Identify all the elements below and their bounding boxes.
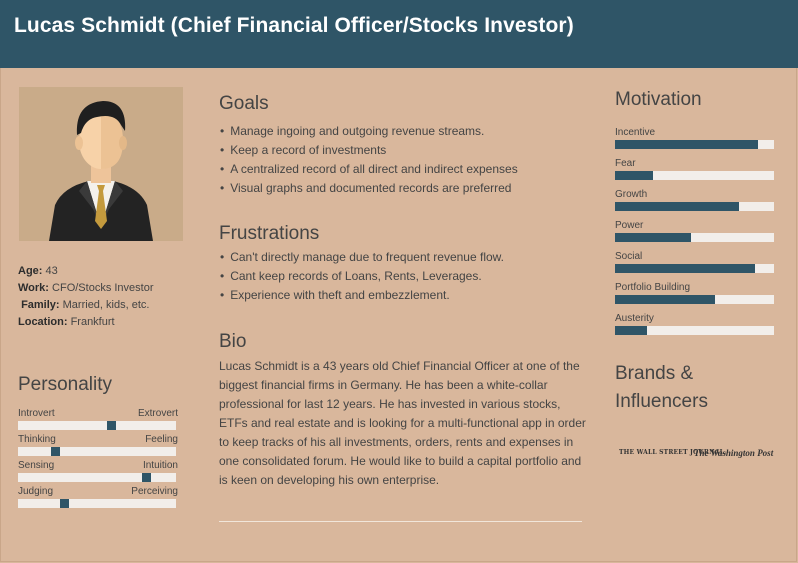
goal-item: Visual graphs and documented records are… bbox=[219, 179, 518, 198]
goal-item: A centralized record of all direct and i… bbox=[219, 160, 518, 179]
washington-post-logo: The Washington Post bbox=[694, 448, 774, 458]
trait-slider-knob bbox=[60, 499, 69, 508]
motivation-title: Motivation bbox=[615, 89, 702, 110]
motivation-label: Portfolio Building bbox=[615, 282, 691, 293]
motivation-bar-fill bbox=[615, 233, 692, 242]
work-label: Work: bbox=[18, 282, 49, 294]
trait-slider-track bbox=[18, 499, 176, 508]
motivation-growth: Growth bbox=[615, 189, 775, 219]
motivation-bar-track bbox=[615, 202, 774, 211]
motivation-label: Fear bbox=[615, 158, 636, 169]
motivation-bar-fill bbox=[615, 326, 647, 335]
location-row: Location: Frankfurt bbox=[18, 314, 154, 331]
motivation-bar-fill bbox=[615, 264, 755, 273]
motivation-bar-track bbox=[615, 295, 774, 304]
businessman-avatar-icon bbox=[19, 87, 183, 241]
motivation-label: Growth bbox=[615, 189, 648, 200]
goal-item: Keep a record of investments bbox=[219, 141, 518, 160]
trait-right-label: Intuition bbox=[142, 460, 178, 471]
motivation-label: Social bbox=[615, 251, 643, 262]
trait-left-label: Thinking bbox=[18, 434, 56, 445]
motivation-label: Incentive bbox=[615, 127, 656, 138]
motivation-incentive: Incentive bbox=[615, 127, 775, 157]
motivation-bar-track bbox=[615, 233, 774, 242]
location-label: Location: bbox=[18, 316, 68, 328]
motivation-label: Power bbox=[615, 220, 644, 231]
age-value: 43 bbox=[45, 265, 58, 277]
brands-title-line1: Brands & bbox=[615, 363, 694, 384]
trait-slider-track bbox=[18, 473, 176, 482]
frustrations-list: Can't directly manage due to frequent re… bbox=[219, 248, 504, 305]
frustrations-title: Frustrations bbox=[219, 223, 320, 244]
motivation-bar-fill bbox=[615, 140, 759, 149]
trait-slider-knob bbox=[51, 447, 60, 456]
family-row: Family: Married, kids, etc. bbox=[18, 297, 154, 314]
brands-title-line2: Influencers bbox=[615, 391, 708, 412]
profile-info: Age: 43 Work: CFO/Stocks Investor Family… bbox=[18, 263, 154, 331]
age-row: Age: 43 bbox=[18, 263, 154, 280]
trait-slider-knob bbox=[107, 421, 116, 430]
trait-slider-track bbox=[18, 447, 176, 456]
family-label: Family: bbox=[21, 299, 60, 311]
bio-text: Lucas Schmidt is a 43 years old Chief Fi… bbox=[219, 359, 586, 487]
trait-left-label: Judging bbox=[18, 486, 54, 497]
motivation-austerity: Austerity bbox=[615, 313, 775, 343]
goal-item: Manage ingoing and outgoing revenue stre… bbox=[219, 122, 518, 141]
motivation-bar-track bbox=[615, 171, 774, 180]
location-value: Frankfurt bbox=[70, 316, 115, 328]
trait-introvert-extrovert: Introvert Extrovert bbox=[18, 408, 178, 434]
personality-title: Personality bbox=[18, 374, 112, 395]
motivation-bar-track bbox=[615, 140, 774, 149]
persona-title: Lucas Schmidt (Chief Financial Officer/S… bbox=[14, 14, 574, 37]
page-header: Lucas Schmidt (Chief Financial Officer/S… bbox=[0, 0, 798, 68]
family-value: Married, kids, etc. bbox=[62, 299, 150, 311]
motivation-bar-fill bbox=[615, 295, 716, 304]
age-label: Age: bbox=[18, 265, 43, 277]
motivation-social: Social bbox=[615, 251, 775, 281]
work-value: CFO/Stocks Investor bbox=[52, 282, 154, 294]
motivation-power: Power bbox=[615, 220, 775, 250]
trait-slider-knob bbox=[142, 473, 151, 482]
bio-title: Bio bbox=[219, 331, 247, 352]
trait-right-label: Perceiving bbox=[131, 486, 178, 497]
motivation-bar-track bbox=[615, 326, 774, 335]
trait-left-label: Introvert bbox=[18, 408, 55, 419]
frustration-item: Cant keep records of Loans, Rents, Lever… bbox=[219, 267, 504, 286]
motivation-bar-track bbox=[615, 264, 774, 273]
motivation-label: Austerity bbox=[615, 313, 654, 324]
brands-title: Brands & Influencers bbox=[615, 360, 708, 416]
frustration-item: Can't directly manage due to frequent re… bbox=[219, 248, 504, 267]
trait-left-label: Sensing bbox=[18, 460, 55, 471]
trait-right-label: Extrovert bbox=[137, 408, 178, 419]
frustration-item: Experience with theft and embezzlement. bbox=[219, 286, 504, 305]
trait-sensing-intuition: Sensing Intuition bbox=[18, 460, 178, 486]
motivation-portfolio-building: Portfolio Building bbox=[615, 282, 775, 312]
trait-slider-track bbox=[18, 421, 176, 430]
motivation-bar-fill bbox=[615, 202, 740, 211]
motivation-fear: Fear bbox=[615, 158, 775, 188]
trait-judging-perceiving: Judging Perceiving bbox=[18, 486, 178, 512]
bio-divider bbox=[219, 521, 582, 522]
motivation-bar-fill bbox=[615, 171, 654, 180]
trait-thinking-feeling: Thinking Feeling bbox=[18, 434, 178, 460]
goals-list: Manage ingoing and outgoing revenue stre… bbox=[219, 122, 518, 198]
trait-right-label: Feeling bbox=[145, 434, 178, 445]
work-row: Work: CFO/Stocks Investor bbox=[18, 280, 154, 297]
goals-title: Goals bbox=[219, 93, 269, 114]
